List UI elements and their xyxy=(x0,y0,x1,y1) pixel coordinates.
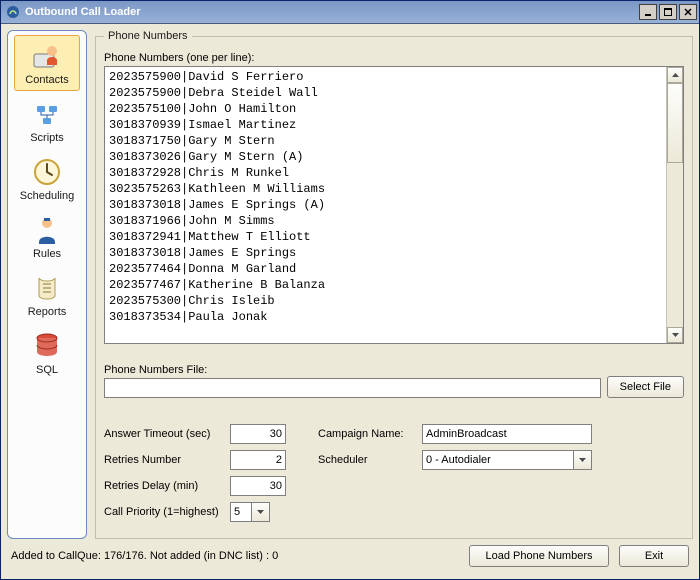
window-body: Contacts Scripts Scheduling xyxy=(1,24,699,579)
window-title: Outbound Call Loader xyxy=(25,6,639,18)
sidebar-item-scripts[interactable]: Scripts xyxy=(14,93,80,149)
row-retries-delay: Retries Delay (min) xyxy=(104,476,286,496)
app-window: Outbound Call Loader Contacts Sc xyxy=(0,0,700,580)
phone-numbers-file-input[interactable] xyxy=(104,378,601,398)
scroll-up-button[interactable] xyxy=(667,67,683,83)
answer-timeout-input[interactable] xyxy=(230,424,286,444)
scheduler-label: Scheduler xyxy=(318,454,414,466)
sidebar-item-scheduling[interactable]: Scheduling xyxy=(14,151,80,207)
main-row: Contacts Scripts Scheduling xyxy=(7,30,693,539)
file-column: Phone Numbers File: xyxy=(104,364,601,398)
sidebar-item-reports[interactable]: Reports xyxy=(14,267,80,323)
scheduler-combo[interactable]: 0 - Autodialer xyxy=(422,450,592,470)
call-priority-label: Call Priority (1=highest) xyxy=(104,506,222,518)
sidebar-item-sql[interactable]: SQL xyxy=(14,325,80,381)
scroll-thumb[interactable] xyxy=(667,83,683,163)
chevron-down-icon xyxy=(573,451,591,469)
phone-numbers-list[interactable]: 2023575900|David S Ferriero 2023575900|D… xyxy=(105,67,666,343)
phone-numbers-listwrap: 2023575900|David S Ferriero 2023575900|D… xyxy=(104,66,684,344)
sidebar-item-label: Reports xyxy=(28,306,67,318)
scrollbar-vertical[interactable] xyxy=(666,67,683,343)
scroll-track[interactable] xyxy=(667,163,683,327)
row-call-priority: Call Priority (1=highest) 5 xyxy=(104,502,286,522)
retries-delay-label: Retries Delay (min) xyxy=(104,480,222,492)
database-icon xyxy=(31,330,63,362)
maximize-button[interactable] xyxy=(659,4,677,20)
row-retries-number: Retries Number xyxy=(104,450,286,470)
sidebar-item-label: Scheduling xyxy=(20,190,74,202)
clock-icon xyxy=(31,156,63,188)
sidebar-item-label: Scripts xyxy=(30,132,64,144)
sidebar-item-rules[interactable]: Rules xyxy=(14,209,80,265)
sidebar-item-contacts[interactable]: Contacts xyxy=(14,35,80,91)
sidebar-item-label: Contacts xyxy=(25,74,68,86)
exit-button[interactable]: Exit xyxy=(619,545,689,567)
campaign-name-input[interactable] xyxy=(422,424,592,444)
phone-numbers-group: Phone Numbers Phone Numbers (one per lin… xyxy=(95,30,693,539)
reports-icon xyxy=(31,272,63,304)
app-icon xyxy=(5,4,21,20)
call-priority-combo[interactable]: 5 xyxy=(230,502,270,522)
scripts-icon xyxy=(31,98,63,130)
settings-left-col: Answer Timeout (sec) Retries Number Retr… xyxy=(104,424,286,522)
retries-number-label: Retries Number xyxy=(104,454,222,466)
scheduler-value: 0 - Autodialer xyxy=(426,454,491,466)
retries-delay-input[interactable] xyxy=(230,476,286,496)
sidebar-item-label: SQL xyxy=(36,364,58,376)
retries-number-input[interactable] xyxy=(230,450,286,470)
window-buttons xyxy=(639,4,697,20)
file-label: Phone Numbers File: xyxy=(104,364,601,376)
title-bar: Outbound Call Loader xyxy=(1,1,699,24)
file-row: Phone Numbers File: Select File xyxy=(104,364,684,398)
phone-numbers-label: Phone Numbers (one per line): xyxy=(104,52,684,64)
status-text: Added to CallQue: 176/176. Not added (in… xyxy=(11,550,459,562)
row-answer-timeout: Answer Timeout (sec) xyxy=(104,424,286,444)
rules-icon xyxy=(31,214,63,246)
scroll-down-button[interactable] xyxy=(667,327,683,343)
row-scheduler: Scheduler 0 - Autodialer xyxy=(318,450,592,470)
sidebar: Contacts Scripts Scheduling xyxy=(7,30,87,539)
call-priority-value: 5 xyxy=(234,506,240,518)
close-button[interactable] xyxy=(679,4,697,20)
minimize-button[interactable] xyxy=(639,4,657,20)
campaign-name-label: Campaign Name: xyxy=(318,428,414,440)
sidebar-item-label: Rules xyxy=(33,248,61,260)
group-legend: Phone Numbers xyxy=(104,30,192,42)
contacts-icon xyxy=(31,40,63,72)
settings-grid: Answer Timeout (sec) Retries Number Retr… xyxy=(104,424,684,522)
row-campaign-name: Campaign Name: xyxy=(318,424,592,444)
answer-timeout-label: Answer Timeout (sec) xyxy=(104,428,222,440)
footer: Added to CallQue: 176/176. Not added (in… xyxy=(7,539,693,573)
settings-right-col: Campaign Name: Scheduler 0 - Autodialer xyxy=(318,424,592,522)
chevron-down-icon xyxy=(251,503,269,521)
content-panel: Phone Numbers Phone Numbers (one per lin… xyxy=(95,30,693,539)
load-phone-numbers-button[interactable]: Load Phone Numbers xyxy=(469,545,609,567)
select-file-button[interactable]: Select File xyxy=(607,376,684,398)
